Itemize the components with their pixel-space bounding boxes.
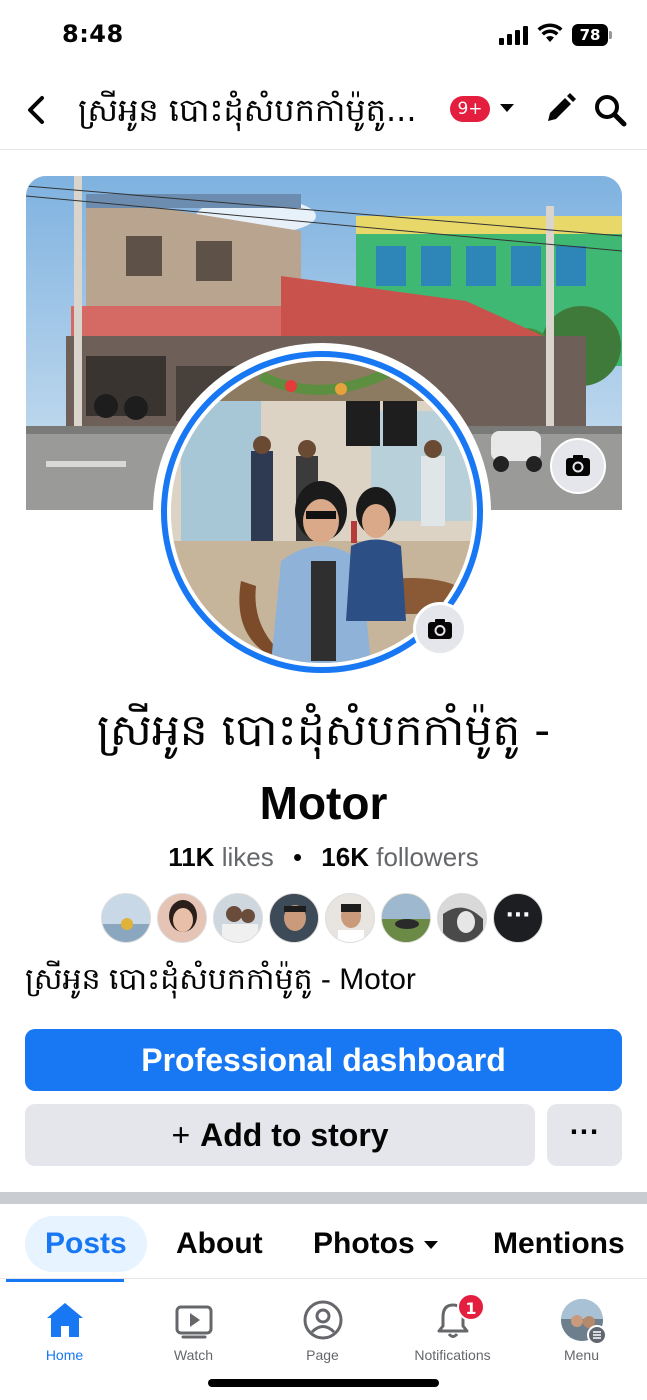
camera-icon xyxy=(428,619,452,639)
more-options-button[interactable]: ··· xyxy=(547,1104,622,1166)
tab-about[interactable]: About xyxy=(176,1216,263,1272)
bottom-tab-notifications[interactable]: 1 Notifications xyxy=(388,1289,517,1369)
bottom-tab-home[interactable]: Home xyxy=(0,1289,129,1369)
wifi-icon xyxy=(537,23,563,42)
search-icon[interactable] xyxy=(592,92,628,128)
status-time: 8:48 xyxy=(62,20,124,48)
add-to-story-button[interactable]: + Add to story xyxy=(25,1104,535,1166)
page-name-khmer: ស្រីអូន បោះដុំសំបកកាំម៉ូតូ - xyxy=(96,705,551,756)
status-bar: 8:48 78 xyxy=(0,0,647,70)
bottom-tab-label: Menu xyxy=(563,1347,600,1363)
bottom-tab-menu[interactable]: Menu xyxy=(517,1289,646,1369)
more-followers-button[interactable]: ··· xyxy=(493,893,543,943)
tab-photos-label: Photos xyxy=(313,1227,415,1260)
plus-icon: + xyxy=(171,1117,191,1153)
active-tab-indicator xyxy=(6,1279,124,1282)
follower-avatar[interactable] xyxy=(269,893,319,943)
followers-count[interactable]: 16K xyxy=(321,842,369,872)
notification-count-badge: 9+ xyxy=(450,96,490,122)
home-indicator[interactable] xyxy=(208,1379,439,1387)
cover-camera-button[interactable] xyxy=(550,438,606,494)
profile-camera-button[interactable] xyxy=(413,602,467,656)
page-name: ស្រីអូន បោះដុំសំបកកាំម៉ូតូ - Motor xyxy=(20,695,627,839)
caret-down-icon[interactable] xyxy=(497,100,517,116)
section-divider xyxy=(0,1192,647,1204)
profile-circle-icon xyxy=(303,1300,343,1340)
menu-hamburger-icon xyxy=(587,1325,607,1345)
page-stats: 11K likes • 16K followers xyxy=(0,842,647,873)
battery-icon: 78 xyxy=(572,24,612,46)
profile-tabs: Posts About Photos Mentions xyxy=(0,1204,647,1279)
follower-avatar[interactable] xyxy=(381,893,431,943)
bottom-tab-label: Page xyxy=(306,1347,339,1363)
pencil-icon[interactable] xyxy=(543,92,577,126)
follower-avatars[interactable]: ··· xyxy=(101,893,551,945)
bottom-tab-watch[interactable]: Watch xyxy=(129,1289,258,1369)
notifications-badge: 1 xyxy=(457,1293,485,1321)
page-title[interactable]: ស្រីអូន បោះដុំសំបកកាំម៉ូតូ... xyxy=(78,90,444,137)
tab-posts[interactable]: Posts xyxy=(25,1216,147,1272)
home-icon xyxy=(47,1303,83,1337)
followers-label[interactable]: followers xyxy=(376,842,479,872)
bottom-tab-label: Watch xyxy=(173,1347,214,1363)
follower-avatar[interactable] xyxy=(213,893,263,943)
video-play-icon xyxy=(175,1305,213,1339)
camera-icon xyxy=(566,455,590,476)
caret-down-icon xyxy=(423,1241,438,1250)
tab-photos[interactable]: Photos xyxy=(313,1216,439,1272)
likes-count: 11K xyxy=(168,842,215,872)
follower-avatar[interactable] xyxy=(437,893,487,943)
follower-avatar[interactable] xyxy=(157,893,207,943)
back-arrow-icon[interactable] xyxy=(22,94,52,126)
professional-dashboard-button[interactable]: Professional dashboard xyxy=(25,1029,622,1091)
stats-separator: • xyxy=(292,842,303,872)
page-name-latin: Motor xyxy=(259,777,388,829)
bottom-tab-label: Home xyxy=(45,1347,84,1363)
follower-avatar[interactable] xyxy=(325,893,375,943)
follower-avatar[interactable] xyxy=(101,893,151,943)
add-to-story-label: Add to story xyxy=(200,1117,389,1153)
bottom-tab-page[interactable]: Page xyxy=(258,1289,387,1369)
cellular-signal-icon xyxy=(499,26,529,45)
battery-level: 78 xyxy=(572,24,608,46)
tab-mentions[interactable]: Mentions xyxy=(493,1216,625,1272)
bottom-tab-label: Notifications xyxy=(414,1347,491,1363)
top-nav-bar: ស្រីអូន បោះដុំសំបកកាំម៉ូតូ... 9+ xyxy=(0,72,647,150)
page-bio: ស្រីអូន បោះដុំសំបកកាំម៉ូតូ - Motor xyxy=(25,963,416,996)
likes-label: likes xyxy=(221,842,274,872)
